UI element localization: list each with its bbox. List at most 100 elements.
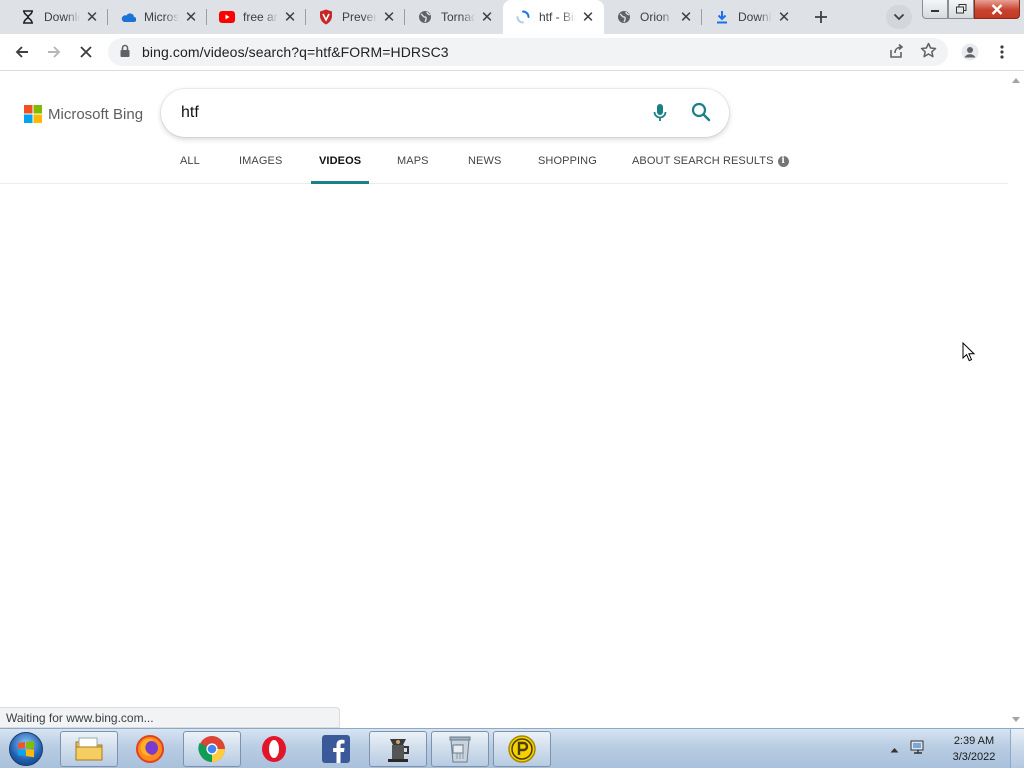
scope-about-label: ABOUT SEARCH RESULTS	[632, 155, 774, 167]
vertical-scrollbar[interactable]	[1008, 72, 1024, 728]
microphone-icon[interactable]	[653, 103, 667, 128]
profile-avatar-icon	[961, 43, 979, 61]
browser-toolbar: bing.com/videos/search?q=htf&FORM=HDRSC3	[0, 34, 1024, 71]
scope-about-search-results[interactable]: ABOUT SEARCH RESULTS i	[632, 155, 789, 184]
facebook-icon	[322, 735, 350, 763]
menu-button[interactable]	[988, 38, 1016, 66]
recycle-bin-icon	[449, 736, 471, 763]
close-tab-icon[interactable]: ✕	[183, 9, 199, 25]
tab-title: Prevent	[342, 10, 377, 24]
forward-button[interactable]	[40, 38, 68, 66]
taskbar-firefox[interactable]	[121, 731, 179, 767]
new-tab-button[interactable]	[808, 4, 834, 30]
hourglass-icon	[20, 9, 36, 25]
clock-time: 2:39 AM	[953, 735, 995, 747]
loading-spinner-icon	[515, 9, 531, 25]
tab-download-2[interactable]: Download ✕	[702, 0, 800, 34]
tab-bing-active[interactable]: htf - Bing ✕	[503, 0, 604, 34]
close-tab-icon[interactable]: ✕	[580, 9, 596, 25]
tab-strip: Download ✕ Microsoft ✕ free antivirus ✕ …	[0, 0, 1024, 34]
tab-search-button[interactable]	[886, 5, 912, 29]
minimize-icon	[931, 10, 939, 12]
tab-title: Microsoft	[144, 10, 179, 24]
microsoft-logo-icon	[24, 105, 42, 123]
start-button[interactable]	[6, 730, 46, 768]
scope-news[interactable]: NEWS	[468, 155, 501, 184]
tab-title: Download	[44, 10, 80, 24]
windows-explorer-icon	[75, 737, 103, 761]
scroll-up-arrow-icon[interactable]	[1012, 78, 1020, 83]
taskbar-facebook[interactable]	[307, 731, 365, 767]
search-box	[161, 89, 729, 137]
tab-youtube[interactable]: free antivirus ✕	[207, 0, 306, 34]
tab-prevent[interactable]: Prevent ✕	[306, 0, 405, 34]
scope-images[interactable]: IMAGES	[239, 155, 282, 184]
search-input[interactable]	[181, 101, 621, 125]
tab-download[interactable]: Download ✕	[8, 0, 108, 34]
address-bar[interactable]: bing.com/videos/search?q=htf&FORM=HDRSC3	[108, 38, 948, 66]
bookmark-star-icon[interactable]	[920, 42, 937, 64]
scope-all[interactable]: ALL	[180, 155, 200, 184]
scope-maps[interactable]: MAPS	[397, 155, 429, 184]
close-tab-icon[interactable]: ✕	[678, 9, 694, 25]
search-scope-tabs: ALL IMAGES VIDEOS MAPS NEWS SHOPPING ABO…	[0, 150, 1008, 184]
scope-videos[interactable]: VIDEOS	[310, 155, 370, 184]
kebab-menu-icon	[1000, 45, 1004, 59]
tab-orion[interactable]: Orion ✕	[604, 0, 702, 34]
taskbar-p-app[interactable]	[493, 731, 551, 767]
scroll-down-arrow-icon[interactable]	[1012, 717, 1020, 722]
tab-tornado[interactable]: Tornado ✕	[405, 0, 503, 34]
globe-icon	[417, 9, 433, 25]
windows-taskbar: 2:39 AM 3/3/2022	[0, 728, 1024, 768]
arrow-left-icon	[15, 46, 28, 58]
mouse-pointer-icon	[962, 342, 976, 362]
taskbar-coffee-app[interactable]	[369, 731, 427, 767]
onedrive-cloud-icon	[120, 9, 136, 25]
tab-microsoft[interactable]: Microsoft ✕	[108, 0, 207, 34]
profile-button[interactable]	[956, 38, 984, 66]
restore-icon	[955, 4, 966, 14]
opera-icon	[262, 736, 286, 762]
taskbar-opera[interactable]	[245, 731, 303, 767]
bing-page: Microsoft Bing ALL IMAGES VIDEOS MAPS NE…	[0, 72, 1008, 728]
coffee-maker-icon	[388, 739, 409, 762]
lock-icon	[120, 44, 130, 63]
show-desktop-button[interactable]	[1010, 729, 1024, 768]
chrome-icon	[198, 736, 225, 763]
close-tab-icon[interactable]: ✕	[84, 9, 100, 25]
search-icon[interactable]	[691, 102, 711, 127]
taskbar-clock[interactable]: 2:39 AM 3/3/2022	[944, 733, 1004, 765]
stop-loading-button[interactable]	[72, 38, 100, 66]
address-url: bing.com/videos/search?q=htf&FORM=HDRSC3	[142, 44, 449, 60]
minimize-button[interactable]	[922, 0, 948, 19]
youtube-icon	[219, 9, 235, 25]
close-tab-icon[interactable]: ✕	[282, 9, 298, 25]
taskbar-chrome[interactable]	[183, 731, 241, 767]
close-icon	[80, 46, 92, 58]
share-icon[interactable]	[888, 43, 904, 64]
scope-shopping[interactable]: SHOPPING	[538, 155, 597, 184]
p-coin-icon	[508, 735, 536, 763]
globe-icon	[616, 9, 632, 25]
window-controls	[922, 0, 1020, 20]
close-tab-icon[interactable]: ✕	[381, 9, 397, 25]
close-window-button[interactable]	[974, 0, 1020, 19]
taskbar-explorer[interactable]	[60, 731, 118, 767]
restore-button[interactable]	[948, 0, 974, 19]
tab-title: Orion	[640, 10, 670, 24]
taskbar-recycle-app[interactable]	[431, 731, 489, 767]
close-tab-icon[interactable]: ✕	[776, 9, 792, 25]
tab-title: Download	[738, 10, 772, 24]
bing-logo[interactable]: Microsoft Bing	[24, 105, 143, 123]
tab-title: free antivirus	[243, 10, 278, 24]
shield-icon	[318, 9, 334, 25]
back-button[interactable]	[8, 38, 36, 66]
tab-title: htf - Bing	[539, 10, 576, 24]
show-hidden-icons-icon[interactable]	[890, 740, 899, 758]
firefox-icon	[136, 735, 164, 763]
info-icon: i	[777, 156, 789, 167]
network-icon[interactable]	[909, 739, 927, 760]
clock-date: 3/3/2022	[952, 751, 996, 763]
close-tab-icon[interactable]: ✕	[479, 9, 495, 25]
download-icon	[714, 9, 730, 25]
